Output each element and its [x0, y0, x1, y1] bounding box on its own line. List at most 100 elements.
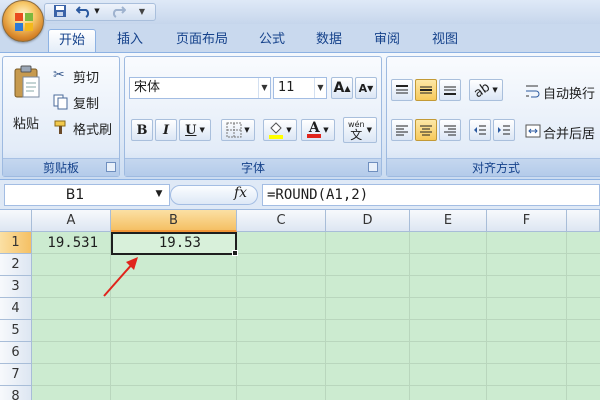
tab-data[interactable]: 数据: [306, 29, 352, 52]
row-header-2[interactable]: 2: [0, 254, 32, 276]
tab-insert[interactable]: 插入: [107, 29, 153, 52]
underline-label: U: [185, 122, 197, 138]
alignment-group-label: 对齐方式: [387, 158, 600, 176]
undo-icon[interactable]: [74, 2, 94, 20]
grid-line: [32, 385, 600, 386]
grow-font-icon: A: [333, 80, 345, 96]
save-icon[interactable]: [50, 2, 70, 20]
font-color-swatch: [307, 134, 322, 138]
ribbon: 粘贴 ✂ 剪切 复制 格式刷 剪贴板 宋体 ▼ 11 ▼ A ▲ A ▼ B I…: [0, 52, 600, 180]
fill-handle[interactable]: [232, 250, 238, 256]
align-bottom-icon: [444, 86, 456, 95]
customize-quick-access-icon[interactable]: ▼: [134, 2, 150, 20]
name-box[interactable]: B1: [4, 184, 170, 206]
bold-label: B: [136, 122, 148, 138]
chevron-down-icon: ▼: [258, 78, 270, 98]
merge-center-button[interactable]: 合并后居: [525, 121, 600, 142]
wrap-text-label: 自动换行: [543, 87, 596, 102]
align-left-button[interactable]: [391, 119, 413, 141]
grid-line: [486, 232, 487, 400]
paste-label: 粘贴: [13, 117, 40, 132]
align-middle-icon: [420, 86, 432, 94]
align-bottom-button[interactable]: [439, 79, 461, 101]
orientation-button[interactable]: ab ▼: [469, 79, 503, 101]
increase-indent-button[interactable]: [493, 119, 515, 141]
underline-button[interactable]: U ▼: [179, 119, 211, 141]
tab-home[interactable]: 开始: [48, 29, 97, 52]
column-header-c[interactable]: C: [237, 210, 326, 232]
row-header-7[interactable]: 7: [0, 364, 32, 386]
undo-dropdown-icon[interactable]: ▼: [92, 2, 102, 20]
align-right-button[interactable]: [439, 119, 461, 141]
align-center-button[interactable]: [415, 119, 437, 141]
font-name-select[interactable]: 宋体 ▼: [129, 77, 271, 99]
tab-view[interactable]: 视图: [422, 29, 468, 52]
format-painter-label: 格式刷: [73, 123, 113, 138]
row-header-5[interactable]: 5: [0, 320, 32, 342]
wrap-text-button[interactable]: 自动换行: [525, 81, 600, 102]
grid-line: [566, 232, 567, 400]
border-icon: [226, 122, 242, 138]
clipboard-launcher-icon[interactable]: [106, 162, 116, 172]
chevron-down-icon[interactable]: ▼: [152, 186, 166, 202]
shrink-font-icon: A: [358, 81, 368, 95]
grid-line: [32, 341, 600, 342]
copy-button[interactable]: 复制: [53, 93, 115, 112]
italic-button[interactable]: I: [155, 119, 177, 141]
alignment-group: ab ▼ 自动换行 合并后居 对齐方式: [386, 56, 600, 177]
tab-formulas[interactable]: 公式: [249, 29, 295, 52]
border-button[interactable]: ▼: [221, 119, 255, 141]
wrap-text-icon: [526, 85, 540, 98]
row-header-4[interactable]: 4: [0, 298, 32, 320]
grid-line: [236, 232, 237, 400]
formula-input[interactable]: =ROUND(A1,2): [262, 184, 600, 206]
column-header-f[interactable]: F: [487, 210, 567, 232]
clipboard-group: 粘贴 ✂ 剪切 复制 格式刷 剪贴板: [2, 56, 120, 177]
select-all-corner[interactable]: [0, 210, 32, 232]
office-logo-icon: [15, 13, 33, 31]
cut-button[interactable]: ✂ 剪切: [53, 67, 115, 86]
align-top-button[interactable]: [391, 79, 413, 101]
paste-icon: [14, 65, 40, 98]
insert-function-icon[interactable]: fx: [234, 185, 247, 201]
column-header-e[interactable]: E: [410, 210, 487, 232]
paint-bucket-icon: [269, 122, 284, 139]
row-header-1[interactable]: 1: [0, 232, 32, 254]
increase-indent-icon: [498, 125, 510, 135]
paintbrush-icon: [54, 120, 66, 134]
font-group-label: 字体: [125, 158, 381, 176]
font-size-select[interactable]: 11 ▼: [273, 77, 327, 99]
column-header-b[interactable]: B: [111, 210, 237, 232]
redo-icon[interactable]: [108, 2, 128, 20]
paste-button[interactable]: 粘贴: [7, 63, 47, 133]
phonetic-guide-icon: 文: [350, 128, 363, 142]
font-launcher-icon[interactable]: [368, 162, 378, 172]
grow-font-button[interactable]: A ▲: [331, 77, 353, 99]
office-button[interactable]: [2, 0, 44, 42]
format-painter-button[interactable]: 格式刷: [53, 119, 119, 138]
italic-label: I: [162, 122, 170, 138]
font-size-value: 11: [278, 80, 295, 95]
fill-color-button[interactable]: ▼: [263, 119, 297, 141]
row-header-8[interactable]: 8: [0, 386, 32, 400]
tab-page-layout[interactable]: 页面布局: [166, 29, 238, 52]
row-header-3[interactable]: 3: [0, 276, 32, 298]
column-header-d[interactable]: D: [326, 210, 410, 232]
align-center-icon: [420, 125, 432, 136]
column-header-g[interactable]: [567, 210, 600, 232]
phonetic-guide-button[interactable]: wén 文 ▼: [343, 117, 377, 143]
bold-button[interactable]: B: [131, 119, 153, 141]
grid-line: [325, 232, 326, 400]
clipboard-group-label: 剪贴板: [3, 158, 119, 176]
shrink-font-button[interactable]: A ▼: [355, 77, 377, 99]
align-top-icon: [396, 85, 408, 94]
tab-review[interactable]: 审阅: [364, 29, 410, 52]
column-header-a[interactable]: A: [32, 210, 111, 232]
font-color-button[interactable]: A ▼: [301, 119, 335, 141]
align-middle-button[interactable]: [415, 79, 437, 101]
align-right-icon: [444, 125, 456, 136]
decrease-indent-button[interactable]: [469, 119, 491, 141]
merge-center-label: 合并后居: [543, 127, 596, 142]
spreadsheet-grid[interactable]: A B C D E F 1 2 3 4 5 6 7 8 19.531 19.53: [0, 210, 600, 400]
row-header-6[interactable]: 6: [0, 342, 32, 364]
